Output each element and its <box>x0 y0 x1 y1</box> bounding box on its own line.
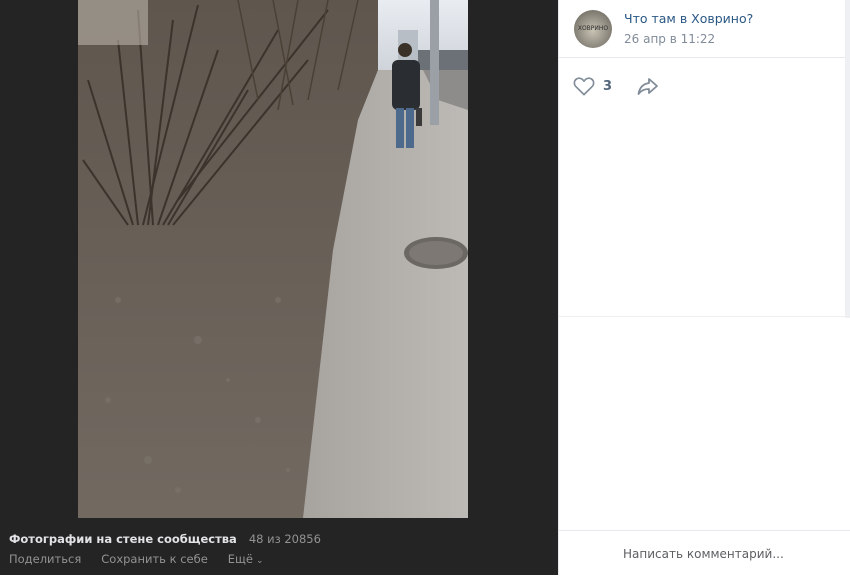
post-header: ХОВРИНО Что там в Ховрино? 26 апр в 11:2… <box>559 0 850 58</box>
photo-footer: Фотографии на стене сообщества 48 из 208… <box>9 532 558 566</box>
album-title[interactable]: Фотографии на стене сообщества <box>9 532 237 546</box>
share-button[interactable] <box>636 76 660 96</box>
photo[interactable] <box>78 0 468 518</box>
post-actions: 3 <box>559 58 850 114</box>
comment-input[interactable] <box>621 545 825 562</box>
scrollbar[interactable] <box>845 0 850 318</box>
share-link[interactable]: Поделиться <box>9 552 81 566</box>
photo-viewer: Фотографии на стене сообщества 48 из 208… <box>0 0 558 575</box>
comment-bar <box>559 530 850 576</box>
more-menu[interactable]: Ещё ⌄ <box>228 552 264 566</box>
avatar[interactable]: ХОВРИНО <box>574 9 612 48</box>
more-label: Ещё <box>227 552 253 566</box>
chevron-down-icon: ⌄ <box>255 556 264 566</box>
photo-counter: 48 из 20856 <box>248 532 321 546</box>
photo-image <box>78 0 468 518</box>
save-link[interactable]: Сохранить к себе <box>101 552 208 566</box>
post-author[interactable]: Что там в Ховрино? <box>624 11 753 26</box>
like-button[interactable]: 3 <box>573 76 612 96</box>
like-count: 3 <box>603 78 613 94</box>
divider <box>559 316 850 317</box>
heart-icon <box>573 77 595 96</box>
post-meta: Что там в Ховрино? 26 апр в 11:22 <box>624 11 753 46</box>
avatar-logo-text: ХОВРИНО <box>577 24 609 32</box>
post-sidebar: ХОВРИНО Что там в Ховрино? 26 апр в 11:2… <box>558 0 850 576</box>
post-date[interactable]: 26 апр в 11:22 <box>624 32 753 46</box>
share-arrow-icon <box>637 78 658 95</box>
